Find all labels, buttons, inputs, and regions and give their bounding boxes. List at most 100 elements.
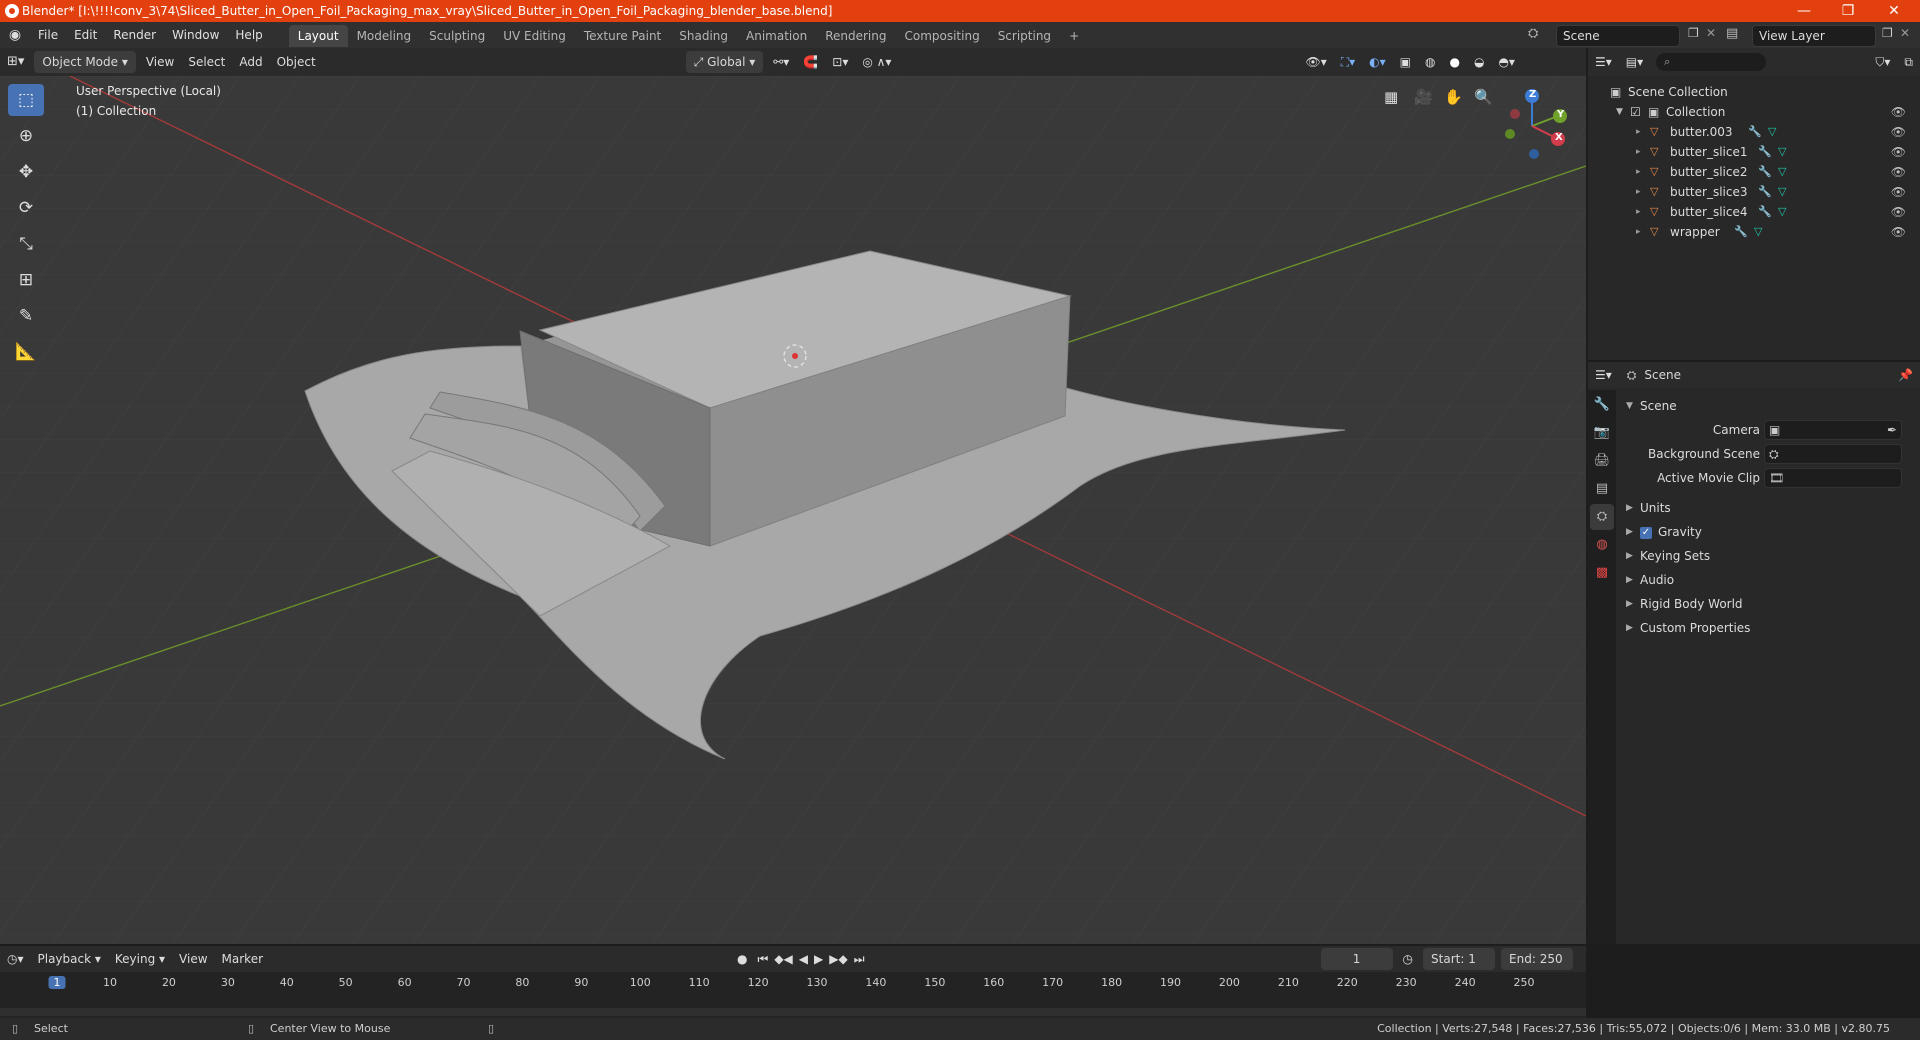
marker-menu[interactable]: Marker	[215, 948, 270, 970]
cursor-tool-icon[interactable]: ⊕	[8, 120, 44, 152]
tab-sculpting[interactable]: Sculpting	[420, 25, 494, 47]
playback-menu[interactable]: Playback ▾	[31, 948, 108, 970]
delete-scene-icon[interactable]: ✕	[1706, 26, 1716, 40]
annotate-tool-icon[interactable]: ✎	[8, 300, 44, 332]
visibility-icon[interactable]: 👁	[1891, 162, 1906, 182]
panel-scene[interactable]: ▼ Scene	[1620, 394, 1916, 418]
camera-view-icon[interactable]: 🎥	[1414, 88, 1433, 106]
eyedropper-icon[interactable]: ✒	[1887, 418, 1897, 442]
tab-uv-editing[interactable]: UV Editing	[494, 25, 575, 47]
scene-tab-icon[interactable]: ⛭	[1590, 504, 1614, 530]
camera-field[interactable]: ▣ ✒	[1764, 420, 1902, 440]
modifier-icon[interactable]: 🔧	[1758, 182, 1772, 202]
toggle-ortho-icon[interactable]: ▦	[1384, 88, 1398, 106]
start-frame-field[interactable]: Start: 1	[1423, 948, 1496, 970]
timeline-view-menu[interactable]: View	[172, 948, 214, 970]
output-tab-icon[interactable]: 🖨	[1590, 448, 1614, 474]
pin-icon[interactable]: 📌	[1891, 364, 1920, 386]
visibility-icon[interactable]: 👁	[1891, 182, 1906, 202]
shading-material-icon[interactable]: ◒	[1467, 51, 1491, 73]
display-mode-icon[interactable]: ▤▾	[1619, 51, 1650, 73]
background-scene-field[interactable]: ⛭	[1764, 444, 1902, 464]
active-movie-clip-field[interactable]: 🎞	[1764, 468, 1902, 488]
modifier-icon[interactable]: 🔧	[1748, 122, 1762, 142]
close-button[interactable]: ✕	[1874, 0, 1914, 22]
new-scene-icon[interactable]: ❐	[1688, 26, 1699, 40]
play-reverse-icon[interactable]: ◀	[796, 948, 811, 970]
view-layer-tab-icon[interactable]: ▤	[1590, 476, 1614, 502]
jump-start-icon[interactable]: ⏮	[755, 948, 772, 970]
mesh-data-icon[interactable]: ▽	[1778, 162, 1786, 182]
add-workspace-button[interactable]: +	[1060, 25, 1088, 47]
outliner-item-butter-003[interactable]: ▸ ▽ butter.003 🔧 ▽ 👁	[1588, 122, 1920, 142]
outliner-item-butter-slice1[interactable]: ▸ ▽ butter_slice1 🔧 ▽ 👁	[1588, 142, 1920, 162]
expand-icon[interactable]: ▸	[1636, 162, 1641, 182]
new-collection-icon[interactable]: ⧉	[1897, 51, 1920, 73]
tab-scripting[interactable]: Scripting	[989, 25, 1060, 47]
next-keyframe-icon[interactable]: ▶◆	[826, 948, 850, 970]
outliner-search-input[interactable]: ⌕	[1656, 53, 1767, 71]
expand-icon[interactable]: ▸	[1636, 202, 1641, 222]
select-menu[interactable]: Select	[181, 51, 232, 73]
gizmo-neg-x-icon[interactable]	[1510, 109, 1520, 119]
menu-help[interactable]: Help	[227, 22, 270, 48]
panel-audio[interactable]: ▶ Audio	[1620, 568, 1916, 592]
snap-icon[interactable]: 🧲	[796, 51, 825, 73]
object-menu[interactable]: Object	[270, 51, 323, 73]
mesh-data-icon[interactable]: ▽	[1768, 122, 1776, 142]
texture-tab-icon[interactable]: ▩	[1590, 560, 1614, 586]
gizmo-toggle-icon[interactable]: ⛶▾	[1334, 51, 1362, 73]
pan-view-icon[interactable]: ✋	[1444, 88, 1463, 106]
delete-view-layer-icon[interactable]: ✕	[1900, 26, 1910, 40]
view-layer-icon[interactable]: ▤	[1726, 26, 1738, 41]
tab-layout[interactable]: Layout	[288, 25, 348, 47]
shading-rendered-icon[interactable]: ◓▾	[1491, 51, 1522, 73]
orientation-dropdown[interactable]: ⤢ Global ▾	[685, 51, 764, 73]
expand-icon[interactable]: ▸	[1636, 182, 1641, 202]
current-frame-indicator[interactable]: 1	[48, 976, 66, 989]
pivot-icon[interactable]: ⚯▾	[766, 51, 796, 73]
timeline-area[interactable]: 1 10 20 30 40 50 60 70 80 90 100 110 120 130 140 150 160…	[0, 972, 1586, 1018]
modifier-icon[interactable]: 🔧	[1758, 202, 1772, 222]
snap-target-icon[interactable]: ⊡▾	[825, 51, 855, 73]
menu-edit[interactable]: Edit	[66, 22, 105, 48]
view-layer-field[interactable]: View Layer	[1752, 25, 1876, 47]
filter-icon[interactable]: ⛉▾	[1868, 51, 1897, 73]
visibility-icon[interactable]: 👁▾	[1298, 51, 1333, 73]
measure-tool-icon[interactable]: 📐	[8, 336, 44, 368]
mesh-data-icon[interactable]: ▽	[1778, 182, 1786, 202]
visibility-icon[interactable]: 👁	[1891, 122, 1906, 142]
render-tab-icon[interactable]: 📷	[1590, 420, 1614, 446]
tab-texture-paint[interactable]: Texture Paint	[575, 25, 670, 47]
proportional-edit-icon[interactable]: ◎ ∧▾	[855, 51, 898, 73]
jump-end-icon[interactable]: ⏭	[851, 948, 868, 970]
panel-rigid-body-world[interactable]: ▶ Rigid Body World	[1620, 592, 1916, 616]
panel-gravity[interactable]: ▶ ✓ Gravity	[1620, 520, 1916, 544]
prev-keyframe-icon[interactable]: ◆◀	[771, 948, 795, 970]
current-frame-field[interactable]: 1	[1320, 948, 1393, 970]
expand-icon[interactable]: ▸	[1636, 122, 1641, 142]
tab-compositing[interactable]: Compositing	[895, 25, 988, 47]
gizmo-neg-y-icon[interactable]	[1505, 129, 1515, 139]
view-menu[interactable]: View	[139, 51, 181, 73]
outliner-item-wrapper[interactable]: ▸ ▽ wrapper 🔧 ▽ 👁	[1588, 222, 1920, 242]
shading-wireframe-icon[interactable]: ◍	[1418, 51, 1442, 73]
auto-keying-icon[interactable]: ◷	[1396, 948, 1420, 970]
panel-keying-sets[interactable]: ▶ Keying Sets	[1620, 544, 1916, 568]
outliner-item-butter-slice4[interactable]: ▸ ▽ butter_slice4 🔧 ▽ 👁	[1588, 202, 1920, 222]
tab-animation[interactable]: Animation	[737, 25, 816, 47]
select-box-tool-icon[interactable]: ⬚	[8, 84, 44, 116]
world-tab-icon[interactable]: ◍	[1590, 532, 1614, 558]
transform-tool-icon[interactable]: ⊞	[8, 264, 44, 296]
gravity-checkbox[interactable]: ✓	[1640, 526, 1652, 539]
tab-shading[interactable]: Shading	[670, 25, 737, 47]
expand-icon[interactable]: ▸	[1636, 222, 1641, 242]
panel-custom-properties[interactable]: ▶ Custom Properties	[1620, 616, 1916, 640]
timeline-scrollbar[interactable]	[0, 1008, 1586, 1016]
outliner-collection[interactable]: ▼ ☑ ▣ Collection 👁	[1588, 102, 1920, 122]
end-frame-field[interactable]: End: 250	[1501, 948, 1574, 970]
panel-units[interactable]: ▶ Units	[1620, 496, 1916, 520]
mesh-data-icon[interactable]: ▽	[1754, 222, 1762, 242]
collection-expand-icon[interactable]: ▼	[1616, 102, 1623, 122]
visibility-icon[interactable]: 👁	[1891, 222, 1906, 242]
